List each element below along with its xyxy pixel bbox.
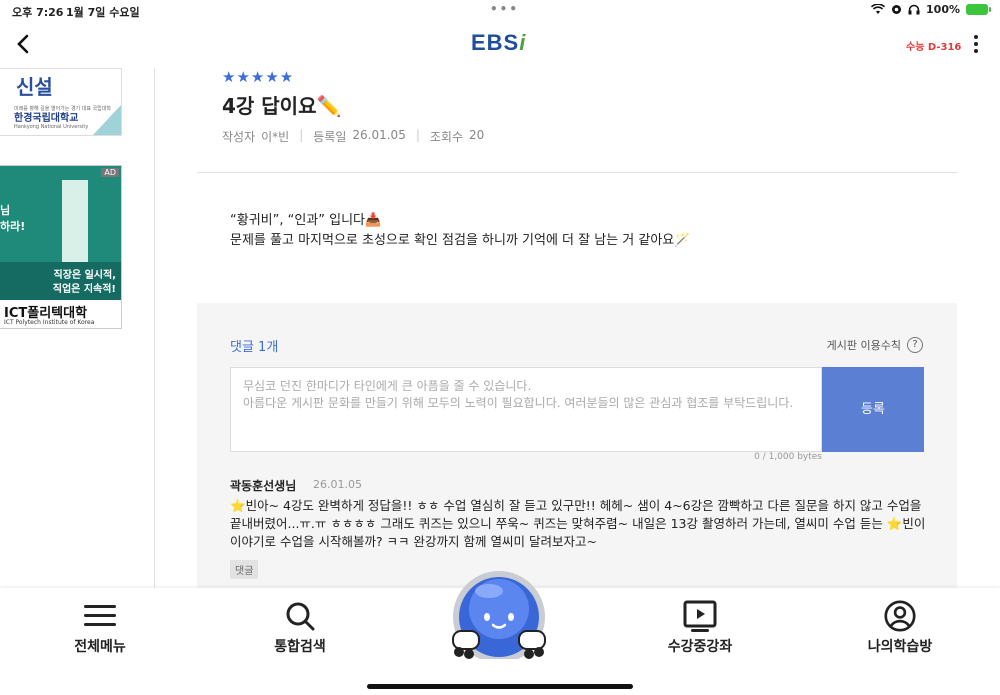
divider (197, 172, 957, 173)
views-count: 20 (469, 128, 485, 142)
top-nav: EBSi 수능 D-316 (0, 22, 1000, 68)
status-time: 오후 7:26 (12, 6, 64, 19)
tab-label: 수강중강좌 (667, 639, 733, 655)
post-body: “황귀비”, “인과” 입니다📥 문제를 풀고 마지먹으로 초성으로 확인 점검… (230, 211, 690, 251)
comment-date: 26.01.05 (313, 478, 362, 491)
post-body-line: “황귀비”, “인과” 입니다📥 (230, 213, 382, 228)
sidebar-divider (154, 68, 155, 588)
ad-brand-en: ICT Polytech Institute of Korea (4, 319, 95, 326)
search-icon (286, 602, 315, 631)
post-meta: 작성자 이*빈 | 등록일 26.01.05 | 조회수 20 (222, 128, 484, 145)
board-rules-label: 게시판 이용수칙 (826, 339, 901, 352)
tab-label: 통합검색 (274, 639, 326, 655)
comment-count: 댓글 1개 (230, 340, 279, 355)
tab-my-courses[interactable]: 수강중강좌 (640, 600, 760, 656)
multitask-dots-icon[interactable]: ••• (490, 2, 519, 16)
back-arrow-icon[interactable] (12, 30, 36, 58)
tab-label: 전체메뉴 (74, 639, 126, 655)
hamburger-menu-icon (84, 605, 116, 626)
comment-input[interactable]: 무심코 던진 한마디가 타인에게 큰 아픔을 줄 수 있습니다. 아름다운 게시… (230, 367, 822, 452)
ad-university: 한경국립대학교 (14, 113, 79, 124)
mascot-button[interactable] (447, 567, 551, 659)
comments-section: 댓글 1개 게시판 이용수칙 ? 무심코 던진 한마디가 타인에게 큰 아픔을 … (197, 303, 957, 593)
tab-my-study[interactable]: 나의학습방 (840, 600, 960, 656)
home-indicator[interactable] (367, 684, 633, 689)
meta-separator: | (415, 128, 420, 142)
headphones-icon (908, 4, 920, 15)
rotation-lock-icon (892, 5, 902, 14)
comment-author: 곽동훈선생님 (230, 479, 297, 493)
post-body-line: 문제를 풀고 마지먹으로 초성으로 확인 점검을 하니까 기억에 더 잘 남는 … (230, 233, 691, 248)
user-profile-icon (884, 600, 916, 632)
status-indicators: 100% (871, 3, 991, 16)
battery-icon (966, 4, 991, 15)
tab-all-menu[interactable]: 전체메뉴 (40, 600, 160, 656)
views-label: 조회수 (429, 130, 463, 144)
play-screen-icon (683, 600, 717, 632)
logo-suffix: i (519, 30, 527, 55)
comment-text: ⭐빈아~ 4강도 완벽하게 정답을!! ㅎㅎ 수업 열심히 잘 듣고 있구만!!… (230, 498, 926, 549)
help-icon[interactable]: ? (907, 337, 923, 353)
post-title: 4강 답이요✏️ (222, 94, 342, 118)
comment-submit-button[interactable]: 등록 (822, 367, 924, 452)
ad-university-en: Hankyong National University (14, 124, 89, 130)
ad-line2: 직업은 지속적! (52, 284, 116, 295)
status-date: 1월 7일 수요일 (66, 6, 140, 19)
tab-search[interactable]: 통합검색 (240, 600, 360, 656)
reply-button[interactable]: 댓글 (230, 560, 259, 579)
logo-text: EBS (471, 30, 520, 55)
author-label: 작성자 (222, 130, 256, 144)
tab-label: 나의학습방 (867, 639, 933, 655)
meta-separator: | (299, 128, 304, 142)
board-rules-link[interactable]: 게시판 이용수칙 ? (827, 337, 923, 353)
date-label: 등록일 (313, 130, 347, 144)
ad-headline: 신설 (16, 75, 53, 99)
status-bar: 오후 7:26 1월 7일 수요일 ••• 100% (0, 0, 1000, 22)
battery-percent: 100% (926, 3, 960, 16)
ad-line1: 직장은 일시적, (53, 270, 116, 281)
ad-text-left: 님 하라! (0, 204, 26, 233)
ebsi-logo[interactable]: EBSi (471, 30, 526, 56)
ad-banner-hankyong[interactable]: 신설 미래를 향해 길을 열어가는 경기 대표 국립대학 한경국립대학교 Han… (0, 68, 122, 136)
post-date: 26.01.05 (352, 128, 406, 142)
more-options-icon[interactable] (970, 32, 982, 56)
ad-tag: AD (101, 168, 119, 177)
wifi-icon (871, 4, 886, 14)
rating-stars: ★★★★★ (222, 68, 295, 86)
byte-counter: 0 / 1,000 bytes (754, 452, 822, 462)
author-name: 이*빈 (261, 130, 290, 144)
csat-dday: 수능 D-316 (906, 42, 962, 53)
ad-decoration (93, 105, 121, 135)
ad-banner-ict-polytech[interactable]: AD 님 하라! 직장은 일시적, 직업은 지속적! ICT폴리텍대학 ICT … (0, 165, 122, 329)
